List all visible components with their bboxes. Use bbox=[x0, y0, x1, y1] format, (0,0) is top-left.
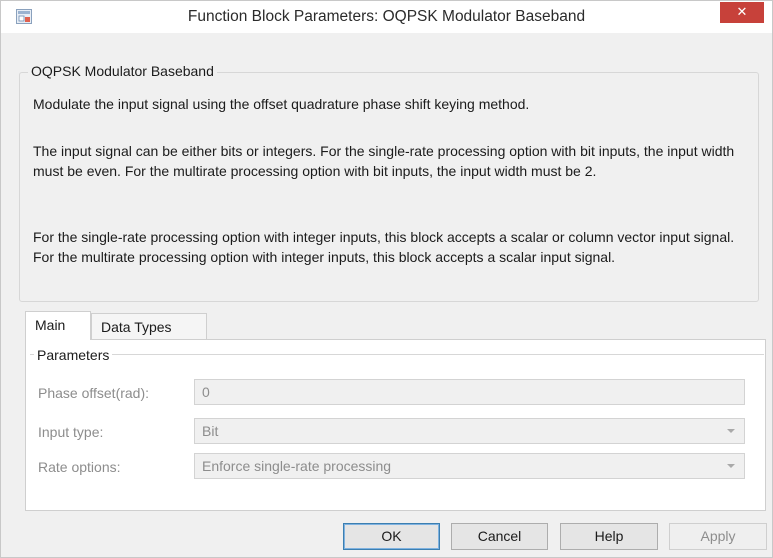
rate-options-dropdown[interactable]: Enforce single-rate processing bbox=[194, 453, 745, 479]
phase-offset-value: 0 bbox=[202, 384, 210, 400]
input-type-dropdown[interactable]: Bit bbox=[194, 418, 745, 444]
tab-main[interactable]: Main bbox=[25, 311, 91, 340]
rate-options-value: Enforce single-rate processing bbox=[202, 458, 392, 474]
phase-offset-label: Phase offset(rad): bbox=[38, 385, 150, 401]
parameters-legend: Parameters bbox=[34, 347, 113, 363]
input-type-label: Input type: bbox=[38, 424, 104, 440]
chevron-down-icon bbox=[727, 464, 735, 468]
ok-button[interactable]: OK bbox=[343, 523, 440, 550]
description-legend: OQPSK Modulator Baseband bbox=[28, 63, 217, 79]
input-type-value: Bit bbox=[202, 423, 219, 439]
close-icon: ✕ bbox=[736, 5, 748, 20]
chevron-down-icon bbox=[727, 429, 735, 433]
description-paragraph: Modulate the input signal using the offs… bbox=[33, 96, 530, 112]
window-title: Function Block Parameters: OQPSK Modulat… bbox=[187, 8, 586, 25]
cancel-button[interactable]: Cancel bbox=[451, 523, 548, 550]
help-button[interactable]: Help bbox=[560, 523, 658, 550]
tab-data-types[interactable]: Data Types bbox=[91, 313, 207, 340]
title-bar[interactable]: Function Block Parameters: OQPSK Modulat… bbox=[1, 1, 772, 33]
rate-options-label: Rate options: bbox=[38, 459, 121, 475]
apply-button[interactable]: Apply bbox=[669, 523, 767, 550]
simulink-block-icon bbox=[16, 9, 32, 24]
close-button[interactable]: ✕ bbox=[720, 2, 764, 23]
phase-offset-field[interactable]: 0 bbox=[194, 379, 745, 405]
description-paragraph: For the single-rate processing option wi… bbox=[33, 229, 735, 265]
description-paragraph: The input signal can be either bits or i… bbox=[33, 143, 735, 179]
